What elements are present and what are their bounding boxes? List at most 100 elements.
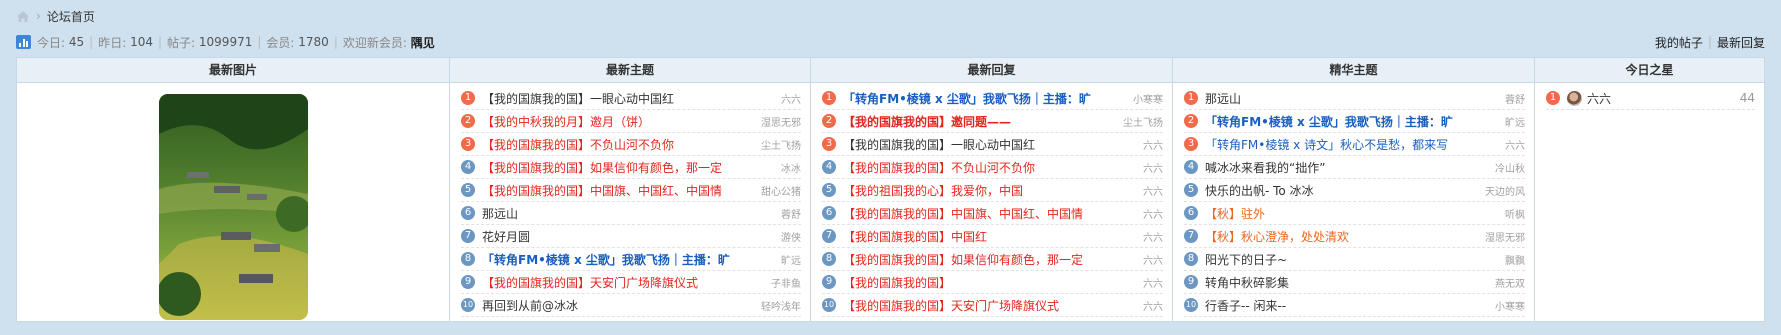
author-link[interactable]: 冰冰	[781, 160, 801, 175]
rank-badge: 8	[822, 252, 836, 266]
author-link[interactable]: 蓉舒	[1505, 91, 1525, 106]
stat-posts-value: 1099971	[198, 35, 253, 49]
home-icon[interactable]	[16, 10, 30, 23]
topic-link[interactable]: 【我的国旗我的国】邀同题——	[843, 113, 1115, 130]
latest-topics-list: 1 【我的国旗我的国】一眼心动中国红 六六 2 【我的中秋我的月】邀月（饼） 湿思无邪 3 【…	[450, 83, 810, 317]
author-link[interactable]: 轻吟浅年	[761, 298, 801, 313]
topic-link[interactable]: 「转角FM•棱镜 x 尘歌」我歌飞扬｜主播：旷	[482, 251, 773, 268]
rank-badge: 1	[1184, 91, 1198, 105]
rank-badge: 6	[461, 206, 475, 220]
rank-badge: 5	[822, 183, 836, 197]
author-link[interactable]: 六六	[1143, 160, 1163, 175]
list-item: 4 【我的国旗我的国】如果信仰有颜色，那一定 冰冰	[461, 156, 801, 179]
author-link[interactable]: 湿思无邪	[761, 114, 801, 129]
new-member-link[interactable]: 隅见	[411, 34, 435, 51]
topic-link[interactable]: 那远山	[1205, 90, 1497, 107]
latest-topics-column: 最新主题 1 【我的国旗我的国】一眼心动中国红 六六 2 【我的中秋我的月】邀月（饼） 湿…	[450, 58, 811, 321]
member-link[interactable]: 六六	[1587, 90, 1740, 107]
list-item: 7 【秋】秋心澄净，处处清欢 湿思无邪	[1184, 225, 1525, 248]
topic-link[interactable]: 转角中秋碎影集	[1205, 274, 1487, 291]
topic-link[interactable]: 【我的国旗我的国】不负山河不负你	[843, 159, 1135, 176]
breadcrumb-current[interactable]: 论坛首页	[47, 8, 95, 25]
divider: |	[1707, 35, 1712, 49]
author-link[interactable]: 天边的风	[1485, 183, 1525, 198]
author-link[interactable]: 游侠	[781, 229, 801, 244]
avatar[interactable]	[1567, 90, 1582, 106]
list-item: 2 【我的国旗我的国】邀同题—— 尘土飞扬	[822, 110, 1163, 133]
author-link[interactable]: 子非鱼	[771, 275, 801, 290]
author-link[interactable]: 六六	[1505, 137, 1525, 152]
topic-link[interactable]: 「转角FM•棱镜 x 诗文」秋心不是愁，都来写	[1205, 136, 1497, 153]
featured-column: 精华主题 1 那远山 蓉舒 2 「转角FM•棱镜 x 尘歌」我歌飞扬｜主播：旷 旷远 3 「转…	[1173, 58, 1535, 321]
topic-link[interactable]: 阳光下的日子~	[1205, 251, 1497, 268]
list-item: 5 【我的祖国我的心】我爱你，中国 六六	[822, 179, 1163, 202]
rank-badge: 9	[1184, 275, 1198, 289]
rank-badge: 5	[461, 183, 475, 197]
author-link[interactable]: 尘土飞扬	[1123, 114, 1163, 129]
topic-link[interactable]: 【我的国旗我的国】中国旗、中国红、中国情	[482, 182, 753, 199]
author-link[interactable]: 小寒寒	[1133, 91, 1163, 106]
author-link[interactable]: 六六	[1143, 137, 1163, 152]
topic-link[interactable]: 【我的国旗我的国】中国旗、中国红、中国情	[843, 205, 1135, 222]
list-item: 10 再回到从前@冰冰 轻吟浅年	[461, 294, 801, 317]
stat-members-value: 1780	[298, 35, 329, 49]
author-link[interactable]: 甜心公猪	[761, 183, 801, 198]
star-list: 1 六六 44	[1535, 83, 1764, 110]
topic-link[interactable]: 「转角FM•棱镜 x 尘歌」我歌飞扬｜主播：旷	[1205, 113, 1497, 130]
author-link[interactable]: 旷远	[781, 252, 801, 267]
author-link[interactable]: 六六	[1143, 298, 1163, 313]
topic-link[interactable]: 【我的国旗我的国】	[843, 274, 1135, 291]
list-item: 3 【我的国旗我的国】一眼心动中国红 六六	[822, 133, 1163, 156]
author-link[interactable]: 蓉舒	[781, 206, 801, 221]
author-link[interactable]: 六六	[1143, 275, 1163, 290]
author-link[interactable]: 尘土飞扬	[761, 137, 801, 152]
topic-link[interactable]: 【我的祖国我的心】我爱你，中国	[843, 182, 1135, 199]
topic-link[interactable]: 【我的国旗我的国】如果信仰有颜色，那一定	[843, 251, 1135, 268]
list-item: 1 六六 44	[1546, 87, 1755, 110]
author-link[interactable]: 湿思无邪	[1485, 229, 1525, 244]
column-heading: 最新图片	[17, 58, 449, 83]
featured-list: 1 那远山 蓉舒 2 「转角FM•棱镜 x 尘歌」我歌飞扬｜主播：旷 旷远 3 「转角FM•棱…	[1173, 83, 1534, 317]
rank-badge: 3	[822, 137, 836, 151]
topic-link[interactable]: 花好月圆	[482, 228, 773, 245]
author-link[interactable]: 燕无双	[1495, 275, 1525, 290]
topic-link[interactable]: 【我的国旗我的国】中国红	[843, 228, 1135, 245]
topic-link[interactable]: 行香子-- 闲来--	[1205, 297, 1487, 314]
topic-link[interactable]: 【我的中秋我的月】邀月（饼）	[482, 113, 753, 130]
author-link[interactable]: 旷远	[1505, 114, 1525, 129]
rank-badge: 7	[1184, 229, 1198, 243]
author-link[interactable]: 小寒寒	[1495, 298, 1525, 313]
topic-link[interactable]: 【我的国旗我的国】一眼心动中国红	[843, 136, 1135, 153]
author-link[interactable]: 六六	[1143, 229, 1163, 244]
topic-link[interactable]: 那远山	[482, 205, 773, 222]
topic-link[interactable]: 再回到从前@冰冰	[482, 297, 753, 314]
topic-link[interactable]: 【我的国旗我的国】不负山河不负你	[482, 136, 753, 153]
topic-link[interactable]: 【秋】驻外	[1205, 205, 1497, 222]
topic-link[interactable]: 【秋】秋心澄净，处处清欢	[1205, 228, 1477, 245]
list-item: 1 【我的国旗我的国】一眼心动中国红 六六	[461, 87, 801, 110]
my-posts-link[interactable]: 我的帖子	[1655, 34, 1703, 51]
author-link[interactable]: 听枫	[1505, 206, 1525, 221]
rank-badge: 7	[461, 229, 475, 243]
author-link[interactable]: 六六	[1143, 252, 1163, 267]
topic-link[interactable]: 【我的国旗我的国】天安门广场降旗仪式	[843, 297, 1135, 314]
topic-link[interactable]: 【我的国旗我的国】一眼心动中国红	[482, 90, 773, 107]
list-item: 6 那远山 蓉舒	[461, 202, 801, 225]
topic-link[interactable]: 【我的国旗我的国】天安门广场降旗仪式	[482, 274, 763, 291]
author-link[interactable]: 飘飘	[1505, 252, 1525, 267]
list-item: 8 「转角FM•棱镜 x 尘歌」我歌飞扬｜主播：旷 旷远	[461, 248, 801, 271]
divider: |	[333, 35, 338, 49]
topic-link[interactable]: 【我的国旗我的国】如果信仰有颜色，那一定	[482, 159, 773, 176]
list-item: 10 【我的国旗我的国】天安门广场降旗仪式 六六	[822, 294, 1163, 317]
topic-link[interactable]: 快乐的出帆- To 冰冰	[1205, 182, 1477, 199]
latest-image[interactable]	[158, 94, 308, 320]
author-link[interactable]: 六六	[1143, 206, 1163, 221]
list-item: 8 【我的国旗我的国】如果信仰有颜色，那一定 六六	[822, 248, 1163, 271]
author-link[interactable]: 六六	[781, 91, 801, 106]
topic-link[interactable]: 喊冰冰来看我的“拙作”	[1205, 159, 1487, 176]
rank-badge: 4	[822, 160, 836, 174]
author-link[interactable]: 冷山秋	[1495, 160, 1525, 175]
author-link[interactable]: 六六	[1143, 183, 1163, 198]
latest-reply-link[interactable]: 最新回复	[1717, 34, 1765, 51]
topic-link[interactable]: 「转角FM•棱镜 x 尘歌」我歌飞扬｜主播：旷	[843, 90, 1125, 107]
